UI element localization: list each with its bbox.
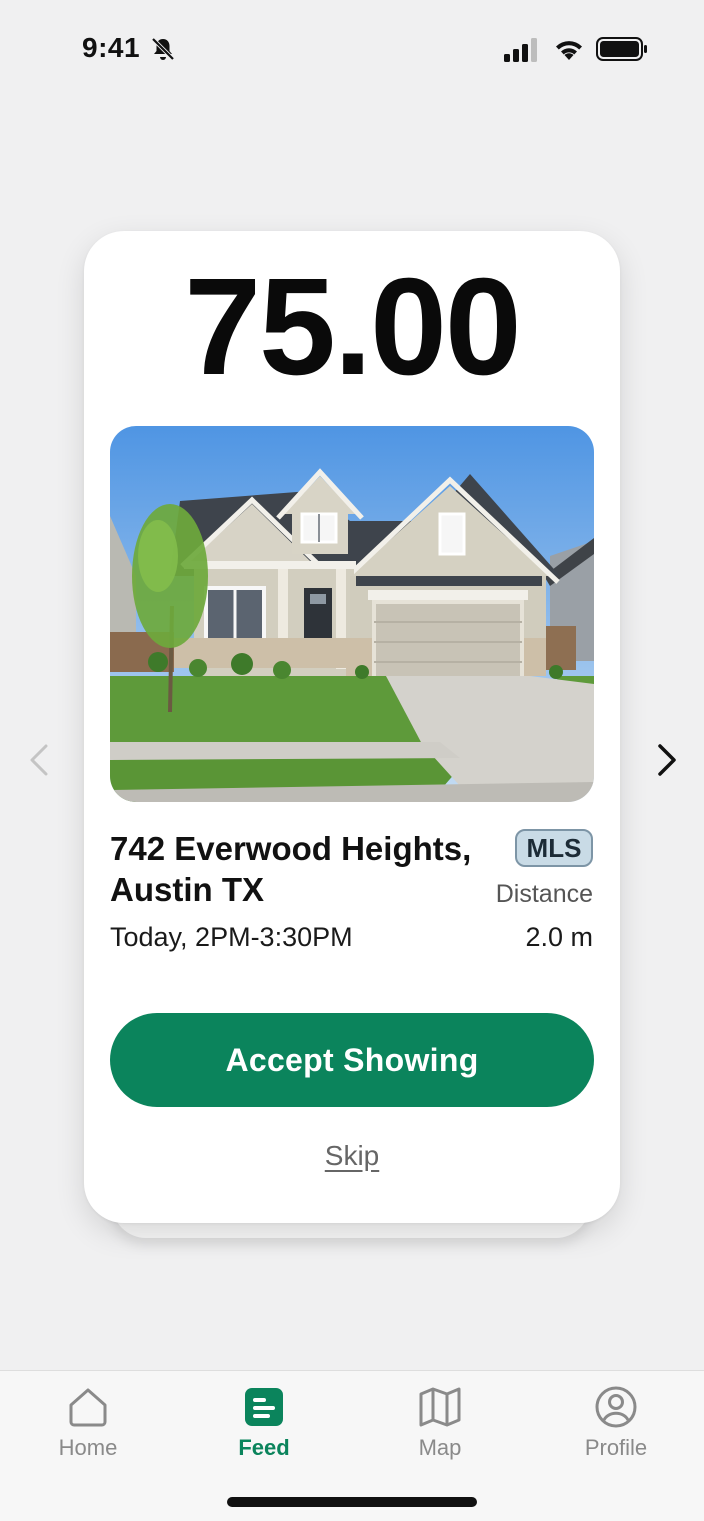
distance-value: 2.0 m	[525, 922, 593, 952]
tab-profile[interactable]: Profile	[556, 1385, 676, 1461]
status-bar: 9:41	[0, 0, 704, 100]
map-icon	[419, 1387, 461, 1427]
battery-icon	[596, 37, 647, 61]
tab-home[interactable]: Home	[28, 1385, 148, 1461]
wifi-icon	[556, 41, 582, 60]
distance-label: Distance	[495, 880, 593, 908]
profile-icon	[595, 1386, 637, 1428]
house-photo	[110, 426, 594, 802]
tab-profile-label: Profile	[584, 1435, 648, 1460]
listing-price: 75.00	[184, 250, 521, 404]
signal-icon	[504, 38, 537, 62]
home-icon	[69, 1388, 107, 1427]
skip-link[interactable]: Skip	[0, 1140, 704, 1172]
tab-map[interactable]: Map	[380, 1385, 500, 1461]
feed-icon	[245, 1388, 283, 1426]
home-indicator	[227, 1497, 477, 1507]
accept-showing-button[interactable]: Accept Showing	[110, 1013, 594, 1107]
chevron-right-icon[interactable]	[646, 740, 686, 780]
tab-map-label: Map	[418, 1435, 462, 1460]
showing-time-window: Today, 2PM-3:30PM	[110, 922, 353, 952]
chevron-left-icon[interactable]	[20, 740, 60, 780]
listing-address: 742 Everwood Heights, Austin TX	[110, 830, 472, 908]
mls-badge: MLS	[515, 829, 593, 867]
tab-feed-label: Feed	[238, 1435, 290, 1460]
bell-slash-icon	[151, 37, 175, 61]
status-time: 9:41	[82, 32, 141, 63]
tab-feed[interactable]: Feed	[204, 1385, 324, 1461]
tab-home-label: Home	[58, 1435, 118, 1460]
